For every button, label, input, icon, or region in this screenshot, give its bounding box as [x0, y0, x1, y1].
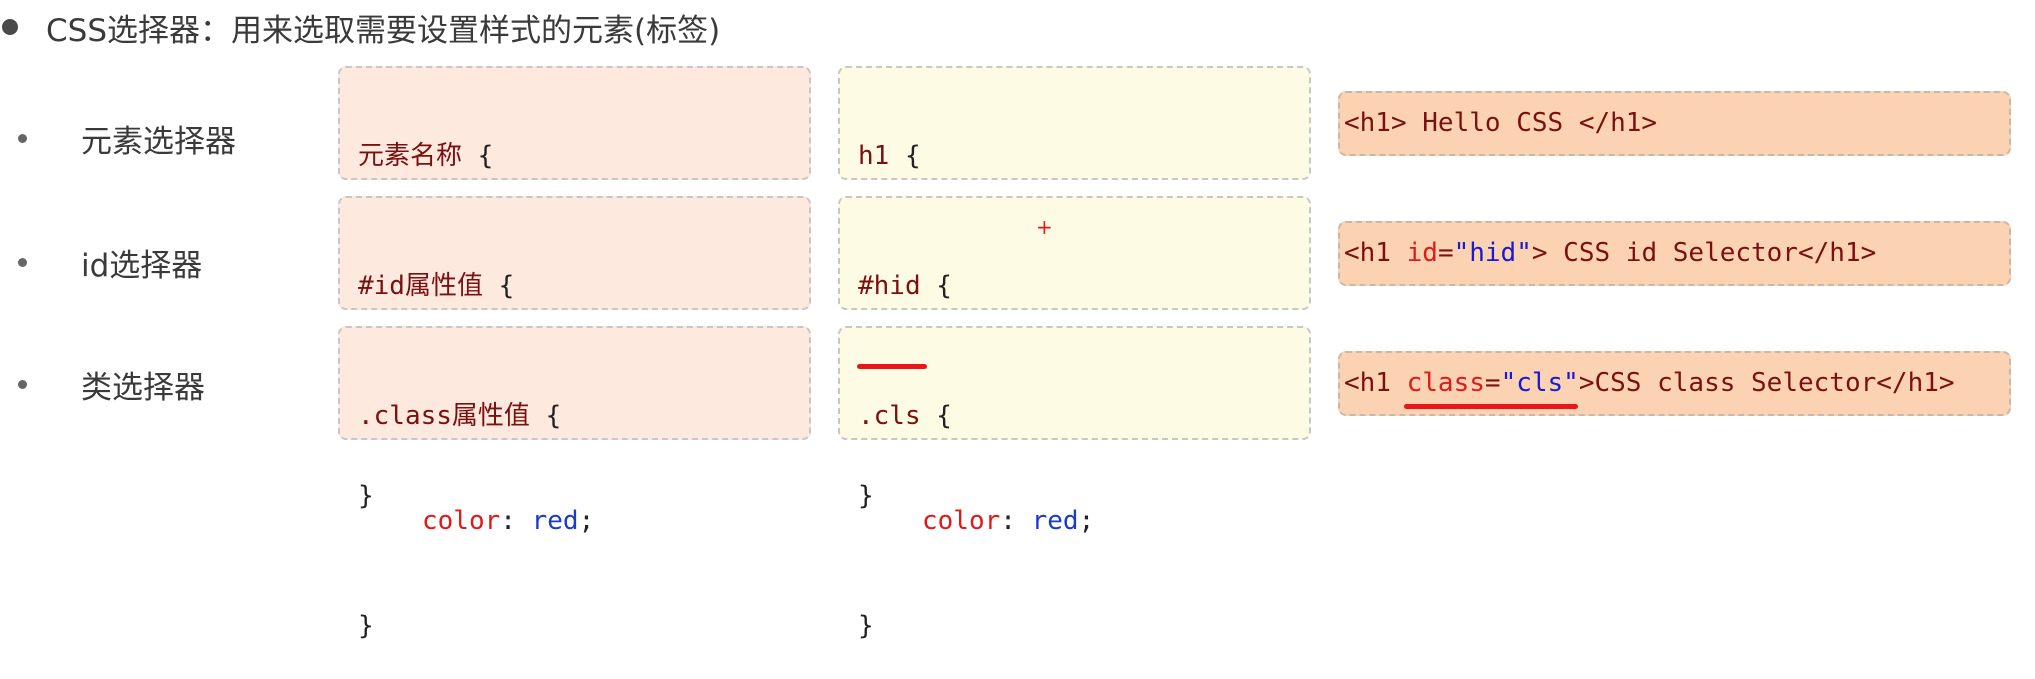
- code-line: color: red;: [858, 504, 1309, 539]
- html-attribute: class: [1406, 368, 1485, 398]
- generic-syntax-box: 元素名称 { color: red; }: [338, 66, 811, 381]
- html-tag-close-bracket: >: [1531, 238, 1548, 268]
- css-property: color: [422, 506, 501, 536]
- generic-syntax-box: .class属性值 { color: red; }: [338, 326, 811, 641]
- html-tag-close-bracket: >: [1578, 368, 1595, 398]
- open-brace: {: [920, 271, 952, 301]
- html-open-tag: <h1: [1344, 368, 1407, 398]
- open-brace: {: [482, 271, 515, 301]
- html-text: Hello CSS: [1406, 108, 1579, 138]
- css-value: red: [1031, 506, 1079, 536]
- html-text: CSS class Selector: [1594, 368, 1877, 398]
- html-text: CSS id Selector: [1547, 238, 1798, 268]
- code-line: color: red;: [358, 504, 809, 539]
- code-line: }: [358, 609, 809, 644]
- semicolon: ;: [1078, 506, 1095, 536]
- bullet-icon: [18, 379, 27, 389]
- css-value: red: [531, 506, 579, 536]
- colon: :: [500, 506, 532, 536]
- html-attribute: id: [1406, 238, 1438, 268]
- colon: :: [1000, 506, 1032, 536]
- heading-text: CSS选择器：用来选取需要设置样式的元素(标签): [46, 12, 721, 49]
- html-equals: =: [1437, 238, 1454, 268]
- generic-selector: 元素名称: [358, 141, 463, 171]
- close-brace: }: [858, 611, 874, 641]
- row-label-text: id选择器: [81, 247, 203, 284]
- bullet-icon: [18, 133, 27, 143]
- html-open-tag: <h1>: [1344, 108, 1407, 138]
- code-line: h1 {: [858, 139, 1309, 174]
- example-selector: .cls: [858, 401, 921, 431]
- semicolon: ;: [578, 506, 595, 536]
- html-equals: =: [1484, 368, 1501, 398]
- html-attribute-value: "cls": [1500, 368, 1579, 398]
- open-brace: {: [920, 401, 952, 431]
- html-code-box: <h1> Hello CSS </h1>: [1338, 91, 2011, 156]
- example-code-box: #hid { color: red; }: [838, 196, 1311, 511]
- row-label-id-selector: id选择器: [0, 234, 202, 290]
- bullet-icon: [2, 19, 18, 35]
- generic-selector: .class属性值: [358, 401, 530, 431]
- example-selector: h1: [858, 141, 890, 171]
- html-code-box: <h1 id = "hid" > CSS id Selector </h1>: [1338, 221, 2011, 286]
- open-brace: {: [889, 141, 921, 171]
- html-close-tag: </h1>: [1876, 368, 1955, 398]
- row-label-text: 类选择器: [81, 369, 205, 406]
- row-label-element-selector: 元素选择器: [0, 110, 236, 166]
- slide-heading: CSS选择器：用来选取需要设置样式的元素(标签): [0, 4, 720, 50]
- row-label-class-selector: 类选择器: [0, 356, 205, 412]
- code-line: #id属性值 {: [358, 269, 809, 304]
- code-line: }: [858, 609, 1309, 644]
- open-brace: {: [462, 141, 494, 171]
- css-property: color: [922, 506, 1001, 536]
- bullet-icon: [18, 257, 27, 267]
- open-brace: {: [529, 401, 562, 431]
- generic-syntax-box: #id属性值 { color: red; }: [338, 196, 811, 511]
- class-attribute-underline: [1404, 404, 1578, 409]
- code-line: #hid {: [858, 269, 1309, 304]
- close-brace: }: [358, 611, 374, 641]
- cursor-plus-icon: +: [1036, 215, 1053, 239]
- example-code-box: h1 { color: red; }: [838, 66, 1311, 381]
- html-attribute-value: "hid": [1453, 238, 1532, 268]
- example-selector: #hid: [858, 271, 921, 301]
- html-close-tag: </h1>: [1797, 238, 1877, 268]
- code-line: .class属性值 {: [358, 399, 809, 434]
- row-label-text: 元素选择器: [81, 123, 236, 160]
- example-code-box: .cls { color: red; }: [838, 326, 1311, 641]
- html-open-tag: <h1: [1344, 238, 1407, 268]
- selector-underline: [857, 364, 927, 369]
- code-line: .cls {: [858, 399, 1309, 434]
- html-close-tag: </h1>: [1578, 108, 1658, 138]
- generic-selector: #id属性值: [358, 271, 483, 301]
- code-line: 元素名称 {: [358, 139, 809, 174]
